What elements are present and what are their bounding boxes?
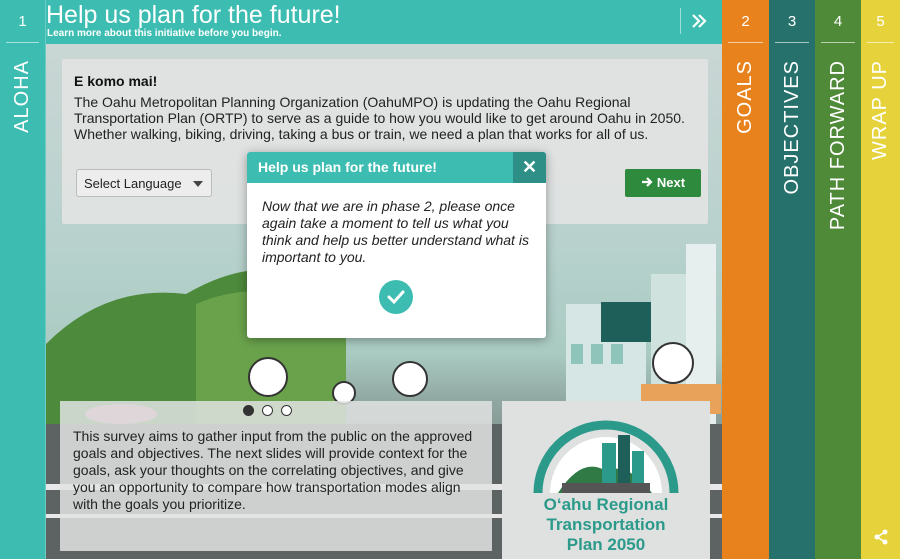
ortp-logo-card: O‘ahu Regional Transportation Plan 2050 bbox=[502, 401, 710, 559]
tab-number: 2 bbox=[741, 13, 750, 30]
tab-label: WRAP UP bbox=[869, 60, 891, 160]
carousel-dots bbox=[243, 405, 292, 416]
tab-number: 4 bbox=[833, 13, 843, 30]
divider bbox=[728, 42, 763, 43]
page-title: Help us plan for the future! bbox=[46, 1, 341, 29]
close-icon: ✕ bbox=[521, 157, 538, 177]
divider bbox=[821, 42, 855, 43]
logo-line-1: O‘ahu Regional bbox=[543, 495, 669, 514]
section-rail-aloha[interactable]: 1 ALOHA bbox=[0, 0, 46, 559]
next-label: Next bbox=[656, 175, 686, 190]
share-icon[interactable] bbox=[873, 529, 889, 545]
tab-number: 3 bbox=[787, 13, 797, 30]
modal-title: Help us plan for the future! bbox=[258, 159, 437, 175]
caret-down-icon bbox=[193, 181, 203, 187]
ortp-logo bbox=[533, 420, 679, 494]
divider bbox=[867, 42, 894, 43]
survey-info-text: This survey aims to gather input from th… bbox=[73, 428, 473, 512]
page-subtitle: Learn more about this initiative before … bbox=[47, 28, 282, 39]
header: Help us plan for the future! Learn more … bbox=[46, 0, 722, 44]
modal-header: Help us plan for the future! ✕ bbox=[247, 152, 546, 183]
close-button[interactable]: ✕ bbox=[513, 152, 546, 183]
language-select-value: Select Language bbox=[84, 176, 182, 191]
tab-objectives[interactable]: 3 OBJECTIVES bbox=[769, 0, 815, 559]
arrow-right-icon bbox=[641, 177, 653, 187]
tab-wrap-up[interactable]: 5 WRAP UP bbox=[861, 0, 900, 559]
check-icon bbox=[387, 290, 405, 305]
language-select[interactable]: Select Language bbox=[76, 169, 212, 197]
divider bbox=[6, 42, 39, 43]
logo-line-3: Plan 2050 bbox=[566, 535, 646, 554]
intro-text: The Oahu Metropolitan Planning Organizat… bbox=[74, 94, 685, 142]
logo-line-2: Transportation bbox=[546, 515, 666, 534]
divider bbox=[775, 42, 809, 43]
tab-number: 5 bbox=[876, 13, 885, 30]
confirm-button[interactable] bbox=[379, 280, 413, 314]
intro-heading: E komo mai! bbox=[74, 73, 158, 89]
ortp-logo-text: O‘ahu Regional Transportation Plan 2050 bbox=[502, 495, 710, 555]
tab-label: GOALS bbox=[734, 60, 756, 134]
next-button[interactable]: Next bbox=[625, 169, 701, 197]
tab-goals[interactable]: 2 GOALS bbox=[722, 0, 769, 559]
carousel-dot-3[interactable] bbox=[281, 405, 292, 416]
tab-label: OBJECTIVES bbox=[780, 60, 803, 195]
tab-path-forward[interactable]: 4 PATH FORWARD bbox=[815, 0, 861, 559]
section-label: ALOHA bbox=[11, 60, 33, 133]
double-chevron-right-icon bbox=[692, 14, 707, 28]
survey-info-panel: This survey aims to gather input from th… bbox=[60, 401, 492, 551]
collapse-button[interactable] bbox=[680, 8, 708, 34]
section-number: 1 bbox=[18, 13, 27, 30]
modal-body-text: Now that we are in phase 2, please once … bbox=[262, 198, 529, 265]
tab-label: PATH FORWARD bbox=[826, 60, 849, 231]
carousel-dot-2[interactable] bbox=[262, 405, 273, 416]
carousel-dot-1[interactable] bbox=[243, 405, 254, 416]
info-modal: Help us plan for the future! ✕ Now that … bbox=[247, 152, 546, 338]
